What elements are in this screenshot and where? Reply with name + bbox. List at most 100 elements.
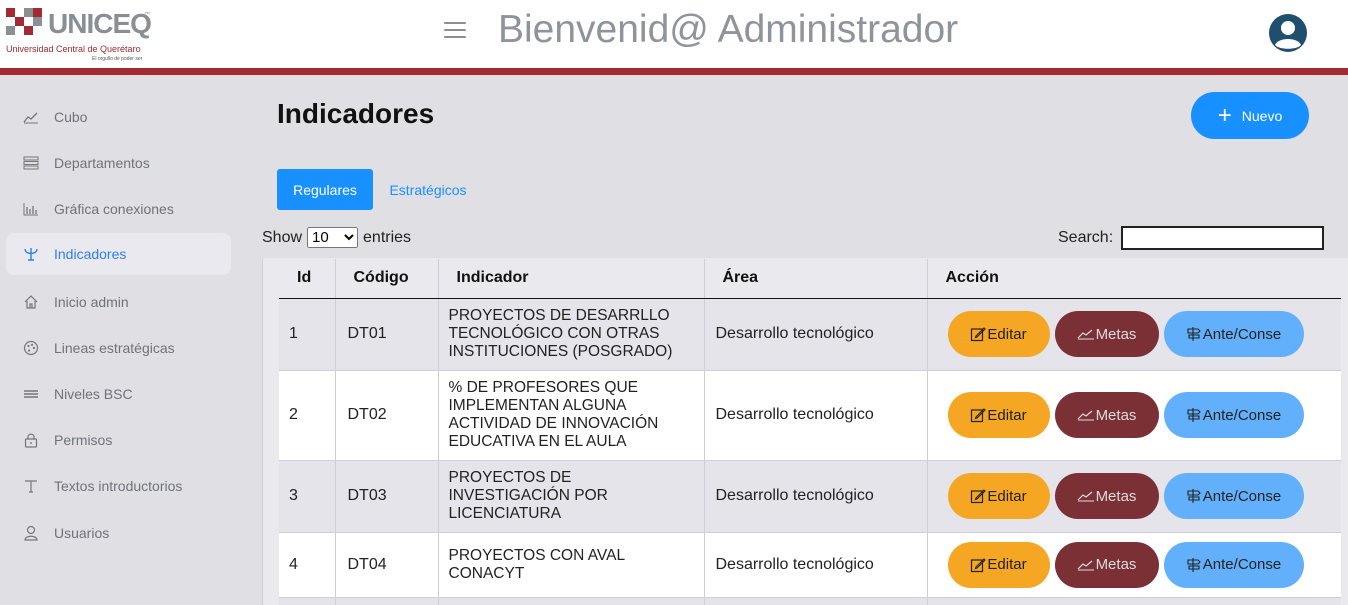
uniceq-logo[interactable]: UNICEQ ™ Universidad Central de Querétar…: [4, 6, 154, 64]
trident-icon: [22, 245, 40, 263]
cell-actions: [927, 597, 1341, 605]
sidebar-item-cubo[interactable]: Cubo: [6, 96, 231, 138]
table-header-row: Id Código Indicador Área Acción: [279, 259, 1341, 299]
cell-indicador: % DE PROFESORES QUE IMPLEMENTAN ALGUNA A…: [438, 370, 705, 461]
entries-select[interactable]: 10: [307, 227, 359, 248]
column-header-area[interactable]: Área: [704, 259, 928, 299]
edit-icon: [971, 327, 987, 342]
table-row: 1 DT01 PROYECTOS DE DESARRLLO TECNOLÓGIC…: [279, 298, 1341, 371]
sidebar-item-departamentos[interactable]: Departamentos: [6, 142, 231, 184]
show-label: Show: [262, 228, 303, 246]
column-header-id[interactable]: Id: [279, 259, 336, 299]
bar-chart-icon: [22, 200, 40, 218]
sidebar-item-indicadores[interactable]: Indicadores: [6, 233, 231, 275]
sidebar-item-textos-introductorios[interactable]: Textos introductorios: [6, 465, 231, 507]
cell-indicador: PROYECTOS DE INVESTIGACIÓN POR LICENCIAT…: [438, 460, 705, 533]
new-button[interactable]: + Nuevo: [1191, 92, 1309, 139]
cell-actions: Editar Metas Ante/Conse: [927, 298, 1341, 371]
trend-icon: [1077, 560, 1094, 570]
indicators-table-container: Id Código Indicador Área Acción 1 DT01 P…: [262, 258, 1348, 605]
cell-codigo: DT04: [335, 532, 439, 598]
edit-icon: [971, 408, 987, 423]
list-icon: [22, 154, 40, 172]
logo-mark-icon: [6, 8, 42, 35]
cell-indicador: PROYECTOS CON AVAL CONACYT: [438, 532, 705, 598]
user-avatar-icon[interactable]: [1268, 13, 1308, 53]
logo-tagline: El orgullo de poder ser: [92, 56, 143, 62]
cell-id: 1: [279, 298, 336, 371]
tab-regulares[interactable]: Regulares: [277, 169, 373, 210]
sidebar-item-permisos[interactable]: Permisos: [6, 419, 231, 461]
sidebar-item-niveles-bsc[interactable]: Niveles BSC: [6, 373, 231, 415]
cell-codigo: DT02: [335, 370, 439, 461]
signpost-icon: [1187, 327, 1201, 341]
table-row: 2 DT02 % DE PROFESORES QUE IMPLEMENTAN A…: [279, 370, 1341, 461]
sidebar-item-usuarios[interactable]: Usuarios: [6, 512, 231, 554]
cell-area: Desarrollo tecnológico: [704, 460, 928, 533]
cell-codigo: DT03: [335, 460, 439, 533]
show-entries-control: Show 10 entries: [262, 227, 411, 248]
indicators-table: Id Código Indicador Área Acción 1 DT01 P…: [279, 259, 1341, 605]
levels-icon: [22, 385, 40, 403]
cell-codigo: DT01: [335, 298, 439, 371]
user-icon: [22, 524, 40, 542]
logo-text: UNICEQ: [48, 8, 152, 39]
trend-icon: [1077, 410, 1094, 421]
cell-actions: Editar Metas Ante/Conse: [927, 532, 1341, 598]
table-row: 3 DT03 PROYECTOS DE INVESTIGACIÓN POR LI…: [279, 460, 1341, 533]
logo-trademark: ™: [144, 12, 150, 18]
trend-icon: [1077, 329, 1094, 340]
column-header-codigo[interactable]: Código: [335, 259, 439, 299]
hamburger-menu-icon[interactable]: [444, 22, 466, 42]
cell-area: [704, 597, 928, 605]
cell-codigo: [335, 597, 439, 605]
cell-indicador: PROYECTOS DE DESARRLLO TECNOLÓGICO CON O…: [438, 298, 705, 371]
edit-icon: [971, 489, 987, 504]
cell-actions: Editar Metas Ante/Conse: [927, 370, 1341, 461]
cell-area: Desarrollo tecnológico: [704, 532, 928, 598]
text-icon: [22, 477, 40, 495]
cell-id: 2: [279, 370, 336, 461]
edit-button[interactable]: Editar: [947, 473, 1050, 519]
ante-conse-button[interactable]: Ante/Conse: [1163, 473, 1304, 519]
sidebar-item-grafica-conexiones[interactable]: Gráfica conexiones: [6, 188, 231, 230]
new-button-label: Nuevo: [1241, 107, 1283, 124]
cell-area: Desarrollo tecnológico: [704, 370, 928, 461]
entries-label: entries: [363, 228, 412, 246]
edit-button[interactable]: Editar: [947, 541, 1050, 588]
ante-conse-button[interactable]: Ante/Conse: [1163, 541, 1304, 588]
cell-area: Desarrollo tecnológico: [704, 298, 928, 371]
ante-conse-button[interactable]: Ante/Conse: [1163, 311, 1304, 357]
sidebar-item-inicio-admin[interactable]: Inicio admin: [6, 281, 231, 323]
ante-conse-button[interactable]: Ante/Conse: [1163, 392, 1304, 438]
trend-icon: [1077, 491, 1094, 502]
table-row: [279, 597, 1341, 605]
edit-icon: [971, 557, 987, 572]
search-input[interactable]: [1121, 226, 1324, 250]
cell-id: 4: [279, 532, 336, 598]
metas-button[interactable]: Metas: [1054, 392, 1159, 438]
signpost-icon: [1187, 408, 1201, 422]
edit-button[interactable]: Editar: [947, 392, 1050, 438]
table-row: 4 DT04 PROYECTOS CON AVAL CONACYT Desarr…: [279, 532, 1341, 598]
chart-line-icon: [22, 108, 40, 126]
top-header: UNICEQ ™ Universidad Central de Querétar…: [0, 0, 1348, 68]
column-header-accion[interactable]: Acción: [927, 259, 1341, 299]
cell-id: [279, 597, 336, 605]
column-header-indicador[interactable]: Indicador: [438, 259, 705, 299]
signpost-icon: [1187, 557, 1201, 572]
plus-icon: +: [1217, 101, 1232, 129]
metas-button[interactable]: Metas: [1054, 311, 1159, 357]
header-accent-bar: [0, 68, 1348, 75]
page-title: Indicadores: [277, 98, 435, 129]
metas-button[interactable]: Metas: [1054, 473, 1159, 519]
cell-indicador: [438, 597, 705, 605]
cell-id: 3: [279, 460, 336, 533]
search-label: Search:: [1058, 229, 1114, 246]
sidebar-item-lineas-estrategicas[interactable]: Lineas estratégicas: [6, 327, 231, 369]
lock-icon: [22, 431, 40, 449]
tab-estrategicos[interactable]: Estratégicos: [378, 169, 478, 210]
metas-button[interactable]: Metas: [1054, 541, 1159, 588]
edit-button[interactable]: Editar: [947, 311, 1050, 357]
home-icon: [22, 293, 40, 311]
